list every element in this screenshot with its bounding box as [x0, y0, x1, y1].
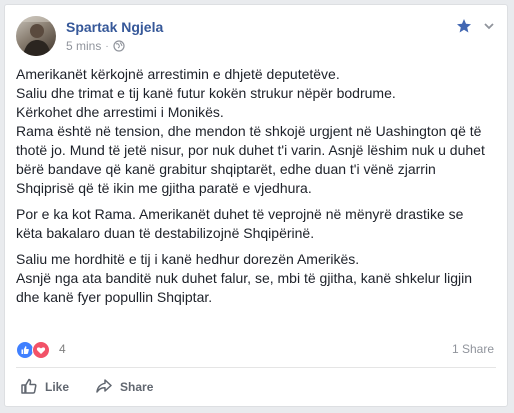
love-icon	[32, 341, 50, 359]
chevron-down-icon[interactable]	[482, 19, 496, 33]
text-line: këta bakalaro duan të destabilizojnë Shq…	[16, 225, 315, 241]
post-card: Spartak Ngjela 5 mins · Amerikanët kërko…	[4, 4, 508, 407]
star-icon[interactable]	[456, 18, 472, 34]
paragraph: Saliu me hordhitë e tij i kanë hedhur do…	[16, 250, 500, 307]
reaction-icons[interactable]	[16, 341, 50, 359]
author-name[interactable]: Spartak Ngjela	[66, 19, 163, 35]
post-meta: 5 mins ·	[66, 39, 125, 53]
text-line: Amerikanët kërkojnë arrestimin e dhjetë …	[16, 66, 340, 82]
like-button[interactable]: Like	[16, 371, 73, 403]
post-actions: Like Share	[16, 371, 496, 403]
paragraph: Amerikanët kërkojnë arrestimin e dhjetë …	[16, 65, 500, 198]
post-body: Amerikanët kërkojnë arrestimin e dhjetë …	[16, 65, 500, 314]
text-line: Shqiprisë që të ikin me gjitha paratë e …	[16, 180, 312, 196]
text-line: Por e ka kot Rama. Amerikanët duhet të v…	[16, 206, 464, 222]
avatar[interactable]	[16, 16, 56, 56]
thumbs-up-icon	[20, 377, 38, 398]
text-line: Rama është në tension, dhe mendon të shk…	[16, 123, 482, 139]
reaction-count[interactable]: 4	[59, 342, 66, 356]
reactions-bar: 4 1 Share	[16, 339, 496, 359]
paragraph: Por e ka kot Rama. Amerikanët duhet të v…	[16, 205, 500, 243]
globe-icon[interactable]	[113, 40, 125, 52]
text-line: Saliu dhe trimat e tij kanë futur kokën …	[16, 85, 396, 101]
meta-separator: ·	[105, 40, 109, 52]
divider	[16, 367, 496, 368]
header-actions	[456, 18, 496, 34]
text-line: thotë jo. Mund të jetë nisur, por nuk du…	[16, 142, 485, 158]
post-header: Spartak Ngjela 5 mins ·	[16, 16, 496, 62]
text-line: Asnjë nga ata banditë nuk duhet falur, s…	[16, 270, 473, 286]
share-arrow-icon	[95, 377, 113, 398]
text-line: dhe kanë fyer popullin Shqiptar.	[16, 289, 213, 305]
post-timestamp[interactable]: 5 mins	[66, 39, 101, 53]
text-line: Saliu me hordhitë e tij i kanë hedhur do…	[16, 251, 360, 267]
share-label: Share	[120, 380, 154, 394]
like-label: Like	[45, 380, 70, 394]
share-count[interactable]: 1 Share	[452, 342, 494, 356]
text-line: bërë bandave që kanë grabitur shqiptarët…	[16, 161, 436, 177]
text-line: Kërkohet dhe arrestimi i Monikës.	[16, 104, 224, 120]
share-button[interactable]: Share	[91, 371, 157, 403]
